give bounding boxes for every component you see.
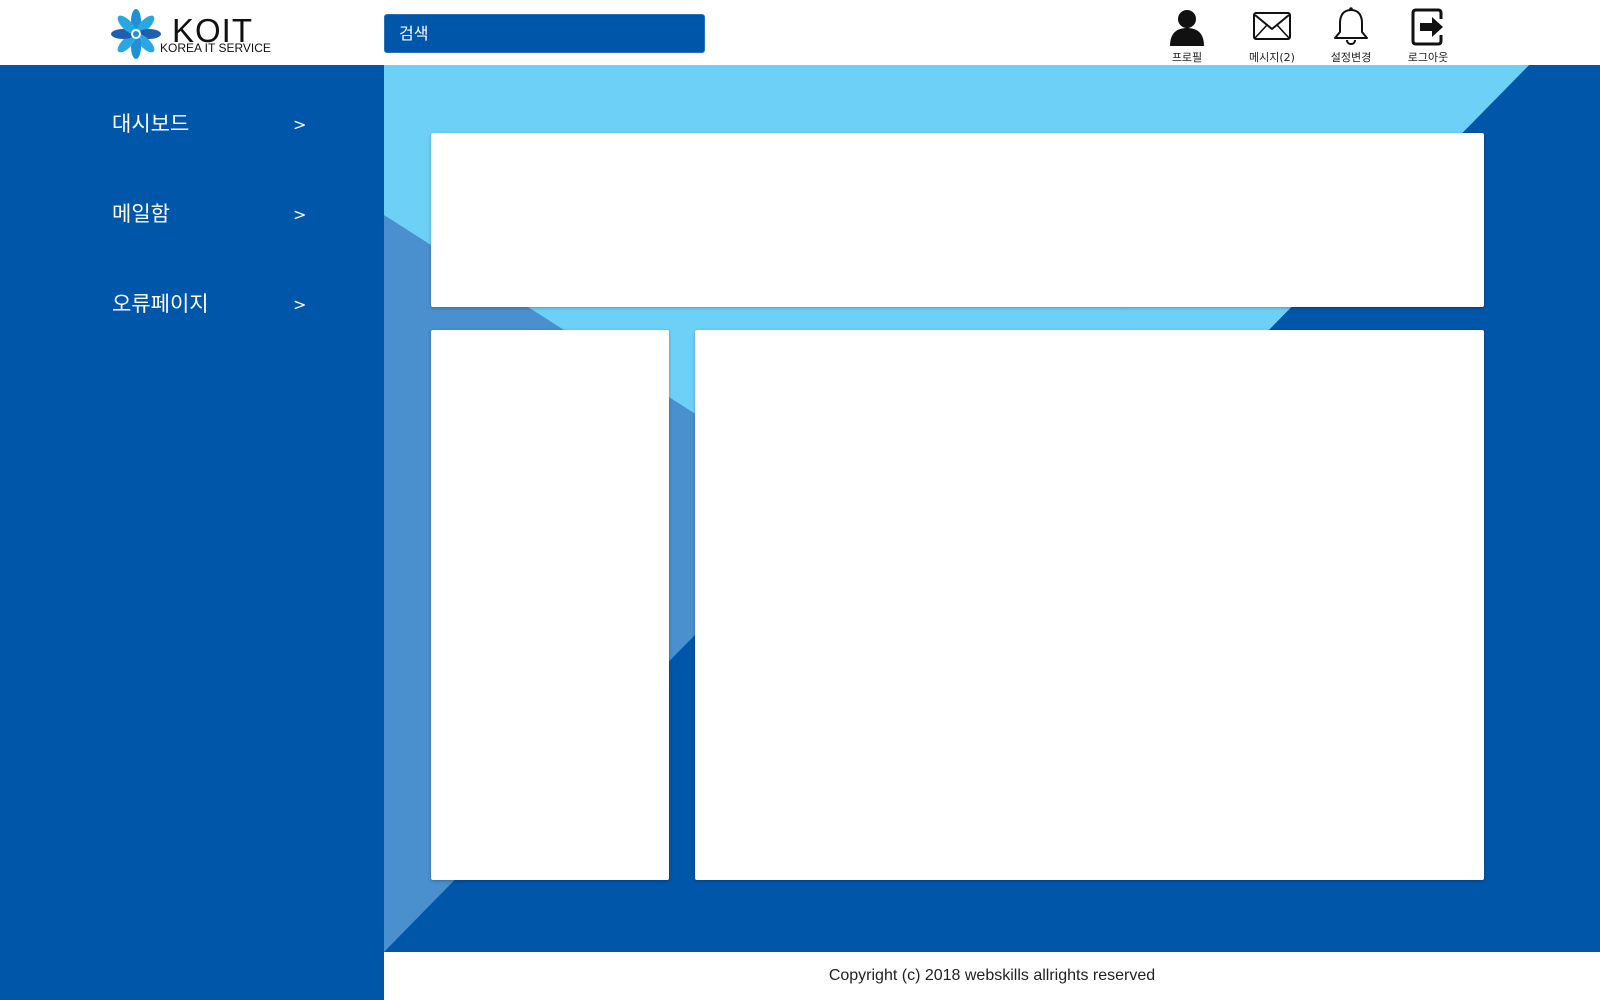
profile-icon [1170, 10, 1204, 46]
copyright-text: Copyright (c) 2018 webskills allrights r… [828, 967, 1156, 984]
mail-icon [1253, 12, 1291, 40]
messages-button[interactable]: 메시지(2) [1232, 6, 1312, 64]
sidebar-item-error-page[interactable]: 오류페이지 > [112, 287, 312, 321]
logo-subtitle: KOREA IT SERVICE [160, 41, 271, 55]
messages-label: 메시지(2) [1249, 51, 1295, 64]
sidebar-item-mailbox[interactable]: 메일함 > [112, 197, 312, 231]
logout-icon [1411, 8, 1443, 46]
main-content [384, 65, 1600, 952]
left-panel [431, 330, 669, 880]
logout-button[interactable]: 로그아웃 [1388, 6, 1468, 64]
settings-label: 설정변경 [1330, 51, 1372, 64]
right-panel [695, 330, 1484, 880]
profile-label: 프로필 [1171, 51, 1203, 64]
logout-label: 로그아웃 [1407, 51, 1449, 64]
top-header: KOIT KOREA IT SERVICE 프로필 메시지(2) 설정변경 [0, 0, 1600, 65]
koit-logo[interactable]: KOIT KOREA IT SERVICE [110, 8, 271, 59]
chevron-right-icon: > [293, 205, 307, 224]
search-input[interactable] [384, 14, 705, 53]
sidebar-item-dashboard[interactable]: 대시보드 > [112, 107, 312, 141]
footer: Copyright (c) 2018 webskills allrights r… [384, 952, 1600, 1000]
sidebar-item-label: 오류페이지 [112, 292, 209, 316]
flower-logo-icon [111, 9, 161, 59]
settings-button[interactable]: 설정변경 [1311, 6, 1391, 64]
bell-icon [1334, 7, 1368, 46]
chevron-right-icon: > [293, 115, 307, 134]
chevron-right-icon: > [293, 295, 307, 314]
top-panel [431, 133, 1484, 307]
sidebar-item-label: 메일함 [112, 202, 170, 226]
profile-button[interactable]: 프로필 [1147, 6, 1227, 64]
sidebar-item-label: 대시보드 [112, 112, 190, 136]
sidebar: 대시보드 > 메일함 > 오류페이지 > [0, 65, 384, 1000]
